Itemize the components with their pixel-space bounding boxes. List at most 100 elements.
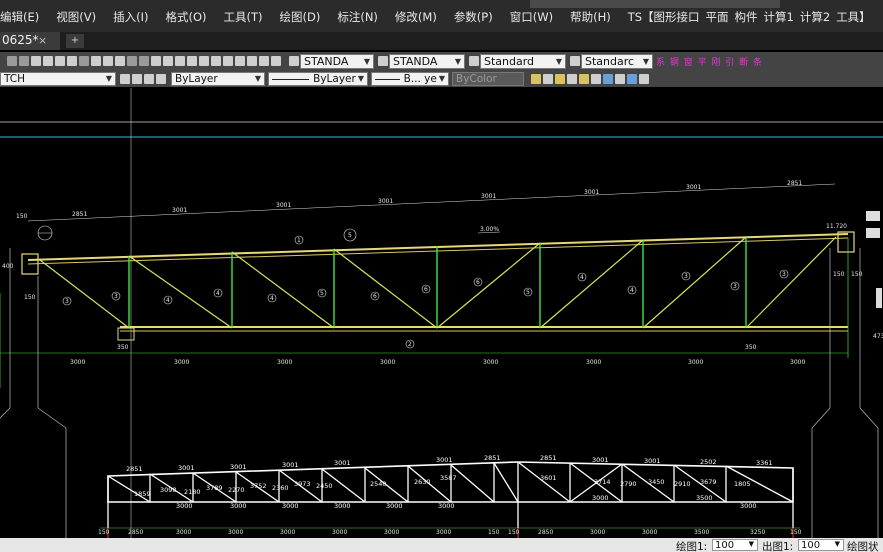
svg-text:150: 150: [790, 529, 802, 536]
svg-text:3: 3: [733, 283, 737, 290]
menu-tools2[interactable]: 工具】: [836, 9, 871, 25]
top-dim-text: 3001: [584, 189, 599, 196]
undo-icon[interactable]: [127, 56, 137, 66]
menu-format[interactable]: 格式(O): [165, 9, 206, 25]
top-dim-text: 2851: [72, 211, 87, 218]
svg-text:2790: 2790: [620, 480, 637, 488]
menu-plan[interactable]: 平面: [706, 9, 729, 25]
pan-icon[interactable]: [151, 56, 161, 66]
svg-text:350: 350: [745, 344, 757, 351]
calc-icon[interactable]: [259, 56, 269, 66]
color-select[interactable]: ByLayer ▼: [171, 71, 265, 86]
table-style-icon: [469, 56, 479, 66]
new-tab-button[interactable]: +: [66, 34, 84, 48]
text-style-select[interactable]: STANDA ▼: [300, 53, 374, 69]
menu-view[interactable]: 视图(V): [56, 9, 96, 25]
layer-match-icon[interactable]: [132, 73, 142, 84]
svg-text:2850: 2850: [128, 529, 143, 536]
help-icon[interactable]: [271, 56, 281, 66]
open-icon[interactable]: [7, 56, 17, 66]
redo-icon[interactable]: [139, 56, 149, 66]
svg-text:3450: 3450: [648, 478, 665, 486]
layer-merge-icon[interactable]: [591, 73, 601, 84]
chevron-down-icon: ▼: [438, 74, 445, 83]
layer-prev-icon[interactable]: [120, 73, 130, 84]
svg-text:3000: 3000: [483, 359, 498, 366]
tool-palette-icon[interactable]: [223, 56, 233, 66]
menu-draw[interactable]: 绘图(D): [280, 9, 321, 25]
zoom-prev-icon[interactable]: [187, 56, 197, 66]
properties-icon[interactable]: [199, 56, 209, 66]
layer-lock-icon[interactable]: [579, 73, 589, 84]
svg-text:3500: 3500: [696, 494, 713, 502]
svg-text:3714: 3714: [594, 478, 611, 486]
svg-text:3001: 3001: [436, 456, 453, 464]
table-style-select[interactable]: Standard ▼: [480, 53, 566, 69]
dropdown-icon[interactable]: [19, 56, 29, 66]
zoom-icon[interactable]: [163, 56, 173, 66]
svg-text:3000: 3000: [642, 529, 657, 536]
menu-dimension[interactable]: 标注(N): [337, 9, 378, 25]
plotstyle-select[interactable]: ByColor: [452, 71, 524, 86]
svg-text:1805: 1805: [734, 480, 751, 488]
layer-delete-icon[interactable]: [603, 73, 613, 84]
linetype-select[interactable]: ByLayer ▼: [268, 71, 368, 86]
top-dim-text: 3001: [378, 198, 393, 205]
layer-settings-icon[interactable]: [615, 73, 625, 84]
save-icon[interactable]: [31, 56, 41, 66]
document-tab[interactable]: 0625* ×: [0, 32, 60, 50]
menu-tools[interactable]: 工具(T): [224, 9, 263, 25]
dim-style-select[interactable]: STANDA ▼: [389, 53, 465, 69]
top-dim-text: 3001: [686, 184, 701, 191]
layer-state-icon[interactable]: [543, 73, 553, 84]
drawing-mode-label[interactable]: 绘图状: [847, 539, 879, 552]
layer-freeze-icon[interactable]: [156, 73, 166, 84]
menu-edit[interactable]: 编辑(E): [0, 9, 39, 25]
ts-toolbar-labels[interactable]: 系 钢 窗 平 刚 引 断 条: [656, 55, 763, 68]
svg-text:3752: 3752: [250, 482, 267, 490]
out-scale-label: 出图1:: [762, 541, 794, 552]
match-prop-icon[interactable]: [115, 56, 125, 66]
copy-icon[interactable]: [91, 56, 101, 66]
print-icon[interactable]: [43, 56, 53, 66]
layer-walk-icon[interactable]: [555, 73, 565, 84]
chevron-down-icon: ▼: [555, 56, 562, 66]
svg-text:2630: 2630: [414, 478, 431, 486]
menu-parameters[interactable]: 参数(P): [454, 9, 493, 25]
cut-icon[interactable]: [79, 56, 89, 66]
menu-modify[interactable]: 修改(M): [395, 9, 437, 25]
svg-text:4: 4: [216, 290, 220, 297]
zoom-window-icon[interactable]: [175, 56, 185, 66]
design-center-icon[interactable]: [211, 56, 221, 66]
menu-calc1[interactable]: 计算1: [764, 9, 794, 25]
layer-tool-icon[interactable]: [531, 73, 541, 84]
menu-members[interactable]: 构件: [735, 9, 758, 25]
out-scale-select[interactable]: 100 ▼: [798, 539, 844, 551]
svg-text:3973: 3973: [294, 480, 311, 488]
sheet-set-icon[interactable]: [235, 56, 245, 66]
layer-iso-icon[interactable]: [144, 73, 154, 84]
layer-select[interactable]: TCH ▼: [0, 71, 116, 86]
mleader-style-select[interactable]: Standarc ▼: [581, 53, 653, 69]
svg-text:2360: 2360: [272, 484, 289, 492]
preview-icon[interactable]: [55, 56, 65, 66]
paste-icon[interactable]: [103, 56, 113, 66]
menu-insert[interactable]: 插入(I): [113, 9, 148, 25]
publish-icon[interactable]: [67, 56, 77, 66]
menu-help[interactable]: 帮助(H): [570, 9, 611, 25]
menu-ts-interface[interactable]: TS【图形接口: [628, 9, 700, 25]
lineweight-select[interactable]: B... ye ▼: [371, 71, 449, 86]
drawing-canvas[interactable]: 2851 3001 3001 3001 3001 3001 3001 2851 …: [0, 88, 883, 538]
layer-palette-icon[interactable]: [627, 73, 637, 84]
svg-text:3000: 3000: [586, 359, 601, 366]
layers-toolbar: TCH ▼ ByLayer ▼ ByLayer ▼ B... ye ▼ ByColor: [0, 70, 883, 87]
menu-window[interactable]: 窗口(W): [510, 9, 553, 25]
layer-off-icon[interactable]: [567, 73, 577, 84]
menu-calc2[interactable]: 计算2: [800, 9, 830, 25]
layer-on-icon[interactable]: [639, 73, 649, 84]
svg-text:3000: 3000: [380, 359, 395, 366]
draw-scale-select[interactable]: 100 ▼: [712, 539, 758, 551]
close-tab-icon[interactable]: ×: [38, 34, 47, 47]
svg-text:150: 150: [488, 529, 500, 536]
markup-icon[interactable]: [247, 56, 257, 66]
